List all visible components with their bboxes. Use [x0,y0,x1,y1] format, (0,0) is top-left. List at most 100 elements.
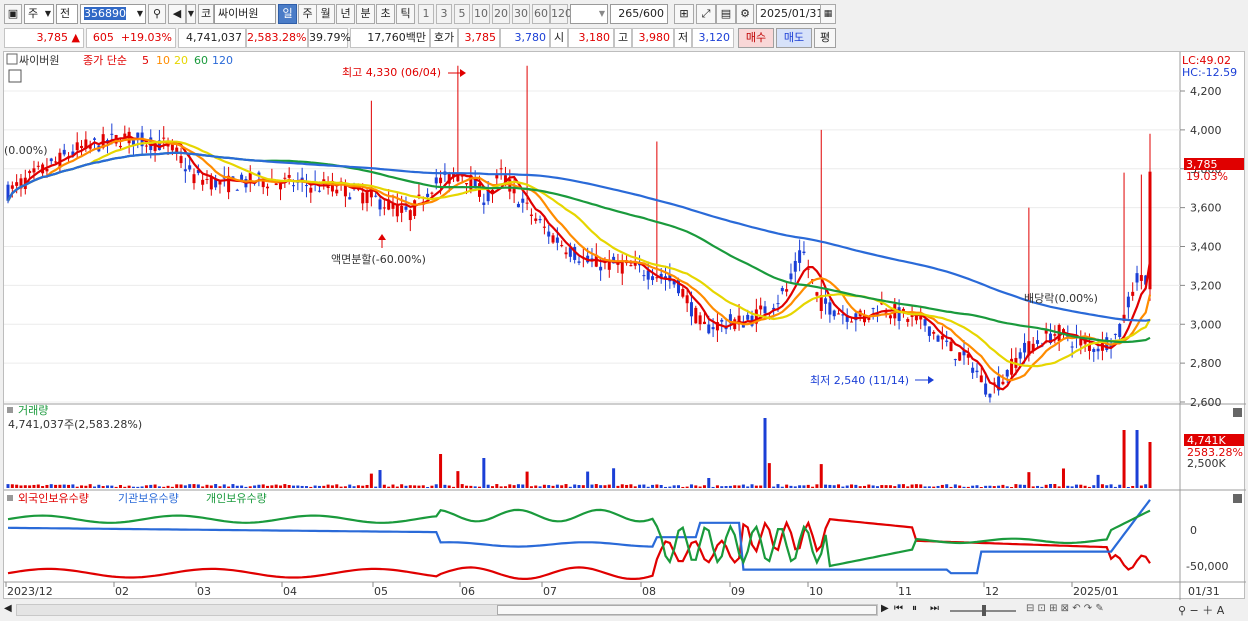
candle-body [646,270,650,280]
candle-body [897,307,901,321]
draw-tool-icon[interactable]: ⤢ [696,4,716,24]
eval-label: 평 [819,31,831,44]
interval-button[interactable]: 10 [472,4,490,24]
timeframe-button[interactable]: 일 [278,4,297,24]
holdings-panel-close-icon[interactable] [1233,494,1242,503]
candle-body [906,318,910,322]
interval-button[interactable]: 1 [418,4,434,24]
interval-button[interactable]: 5 [454,4,470,24]
stock-code-input[interactable]: 356890 ▼ [80,4,146,24]
candle-body [465,183,469,185]
gear-icon[interactable]: ⚙ [736,4,754,24]
interval-button[interactable]: 30 [512,4,530,24]
calculator-icon[interactable] [8,69,22,83]
volume-bar [88,484,92,488]
candle-body [759,305,763,310]
volume-bar [369,473,373,488]
interval-button[interactable]: 20 [492,4,510,24]
scroll-left-icon[interactable]: ◀ [4,603,12,614]
timeframe-button[interactable]: 주 [298,4,317,24]
volume-bar [1100,484,1104,488]
timeframe-button[interactable]: 월 [316,4,335,24]
volume-bar [1023,484,1027,488]
candle-body [763,306,767,314]
holdings-panel-handle-icon[interactable] [7,495,13,501]
count-select[interactable]: ▼ [570,4,608,24]
x-axis-label: 09 [731,585,745,598]
volume-bar [330,485,334,488]
volume-bar [170,486,174,488]
horizontal-scrollbar[interactable] [16,604,878,616]
volume-bar [534,485,538,488]
bar-count-field[interactable]: 265/600 [610,4,668,24]
stock-name-field[interactable]: 싸이버원 [214,4,276,24]
pause-icon[interactable]: ⏸ [912,603,917,614]
chart-canvas[interactable]: 싸이버원 종가 단순 5 10 20 60 120 LC:49.02 HC:-12.59… [4,52,1246,600]
volume-bar [854,484,858,488]
candle-body [434,177,438,184]
candle-body [183,169,187,172]
indicator-icon[interactable]: ⊞ [674,4,694,24]
candle-body [80,145,84,148]
eval-button[interactable]: 평 [814,28,836,48]
sell-button[interactable]: 매도 [776,28,812,48]
interval-button[interactable]: 120 [550,4,572,24]
volume-bar [923,486,927,488]
candle-body [439,177,443,184]
volume-panel-close-icon[interactable] [1233,408,1242,417]
calendar-icon[interactable]: ▦ [820,4,836,24]
ma-legend-item: 60 [194,54,208,67]
interval-button[interactable]: 3 [436,4,452,24]
volume-bar [296,485,300,488]
interval-button[interactable]: 60 [532,4,550,24]
code-prefix[interactable]: 코 [198,4,214,24]
scroll-right-icon[interactable]: ▶ [881,603,889,614]
speaker-icon[interactable]: ◀ [168,4,186,24]
prev-select[interactable]: 전 [56,4,78,24]
volume-bar [746,486,750,488]
timeframe-button[interactable]: 초 [376,4,395,24]
volume-bar [309,486,313,488]
volume-bar [599,485,603,488]
last-page-icon[interactable]: ⏭ [930,603,939,614]
zoom-slider-handle[interactable] [982,605,986,616]
chart-container[interactable]: 싸이버원 종가 단순 5 10 20 60 120 LC:49.02 HC:-12.59… [3,51,1246,600]
candle-body [923,319,927,326]
volume-bar [49,484,53,488]
volume-bar [218,486,222,488]
volume-bar [408,485,412,488]
timeframe-button[interactable]: 분 [356,4,375,24]
zoom-controls[interactable]: ⚲ − ＋ A [1178,602,1224,618]
volume-bar [201,486,205,488]
candle-body [534,218,538,221]
layout-icons[interactable]: ⊟ ⊡ ⊞ ⊠ ↶ ↷ ✎ [1026,603,1104,614]
volume-cell: 4,741,037 [178,28,246,48]
chevron-down-icon[interactable]: ▼ [186,4,196,24]
candle-body [136,132,140,138]
timeframe-button[interactable]: 틱 [396,4,415,24]
candle-body [266,186,270,189]
candle-body [1036,340,1040,344]
timeframe-button[interactable]: 년 [336,4,355,24]
window-menu-icon[interactable]: ▣ [4,4,22,24]
volume-bar [279,485,283,488]
panel-menu-icon[interactable] [6,53,18,65]
volume-bar [984,485,988,488]
volume-bar [780,486,784,488]
volume-bar [858,486,862,488]
volume-bar [270,485,274,488]
volume-bar [179,484,183,488]
save-icon[interactable]: ▤ [716,4,736,24]
volume-bar [594,484,598,488]
ma-title: 종가 단순 [83,54,127,67]
scroll-thumb[interactable] [497,605,877,615]
volume-bar [828,484,832,488]
candle-body [1131,291,1135,296]
buy-button[interactable]: 매수 [738,28,774,48]
candle-body [1092,349,1096,352]
search-icon[interactable]: ⚲ [148,4,166,24]
bar-count-value: 265 [618,7,640,20]
period-type-select[interactable]: 주 ▼ [24,4,54,24]
first-page-icon[interactable]: ⏮ [894,603,903,614]
volume-panel-handle-icon[interactable] [7,407,13,413]
